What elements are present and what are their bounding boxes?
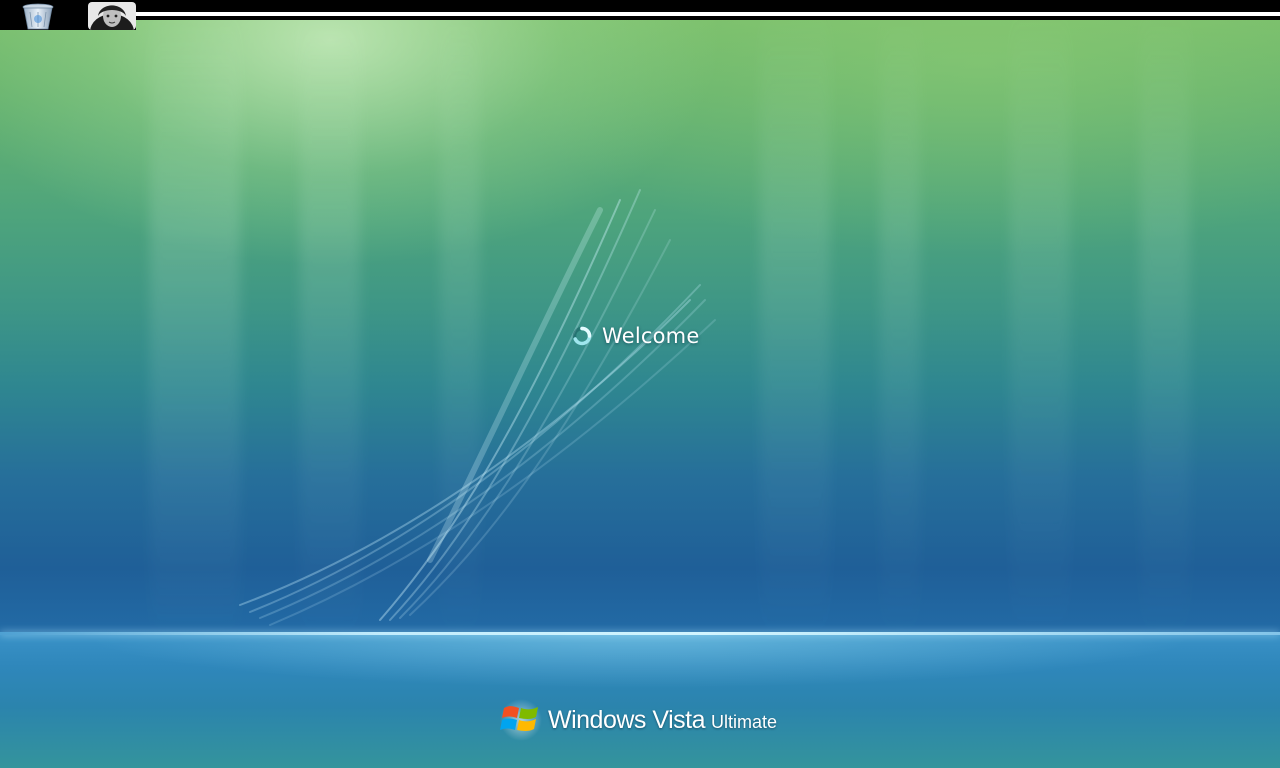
top-strip: [0, 0, 1280, 30]
edition-name: Ultimate: [711, 712, 778, 732]
horizon-line: [0, 632, 1280, 635]
windows-flag-icon: [500, 699, 542, 741]
recycle-bin-icon[interactable]: [18, 2, 58, 30]
welcome-screen: Welcome Windows Vista Ultimate: [0, 0, 1280, 768]
top-divider-black: [136, 16, 1280, 20]
top-bar: [0, 0, 1280, 12]
welcome-text: Welcome: [602, 324, 700, 348]
loading-spinner-icon: [572, 326, 592, 346]
icon-block: [0, 0, 136, 30]
user-avatar-icon[interactable]: [88, 2, 136, 30]
product-name: Windows Vista: [548, 705, 706, 734]
windows-branding: Windows Vista Ultimate: [498, 696, 777, 744]
welcome-status: Welcome: [572, 320, 699, 352]
